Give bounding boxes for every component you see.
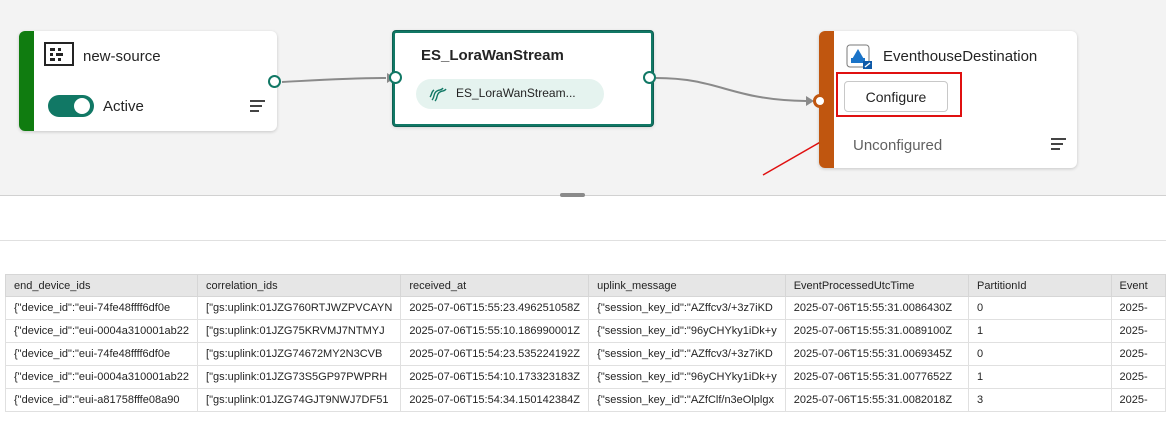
table-row: {"device_id":"eui-74fe48ffff6df0e ["gs:u… — [5, 342, 1166, 366]
table-cell: {"device_id":"eui-74fe48ffff6df0e — [5, 296, 199, 320]
table-cell: 2025- — [1110, 319, 1166, 343]
table-cell: 2025-07-06T15:54:23.535224192Z — [400, 342, 590, 366]
table-cell: ["gs:uplink:01JZG75KRVMJ7NTMYJ — [197, 319, 402, 343]
table-row: {"device_id":"eui-a81758fffe08a90 ["gs:u… — [5, 388, 1166, 412]
data-preview-table: end_device_ids correlation_ids received_… — [5, 274, 1166, 414]
table-cell: ["gs:uplink:01JZG74672MY2N3CVB — [197, 342, 402, 366]
table-cell: {"session_key_id":"AZffcv3/+3z7iKD — [588, 296, 786, 320]
source-status-label: Active — [103, 98, 144, 115]
table-cell: 3 — [968, 388, 1112, 412]
table-cell: 2025- — [1110, 342, 1166, 366]
eventhouse-icon — [846, 44, 872, 69]
splitter-handle[interactable] — [560, 193, 585, 197]
column-header[interactable]: Event — [1110, 274, 1166, 297]
stream-chip[interactable]: ES_LoraWanStream... — [416, 79, 604, 109]
source-title: new-source — [83, 48, 161, 65]
source-output-port[interactable] — [268, 75, 281, 88]
destination-status-label: Unconfigured — [853, 137, 943, 154]
stream-output-port[interactable] — [643, 71, 656, 84]
source-active-toggle[interactable] — [48, 95, 94, 117]
table-cell: 2025-07-06T15:55:10.186990001Z — [400, 319, 590, 343]
source-menu-icon[interactable] — [250, 99, 266, 113]
table-cell: ["gs:uplink:01JZG73S5GP97PWPRH — [197, 365, 402, 389]
pipeline-canvas: new-source Active ES_LoraWanStream ES_Lo… — [0, 0, 1166, 196]
section-divider — [0, 240, 1166, 241]
table-cell: 1 — [968, 319, 1112, 343]
table-cell: 0 — [968, 296, 1112, 320]
stream-input-port[interactable] — [389, 71, 402, 84]
table-cell: 2025-07-06T15:55:31.0069345Z — [784, 342, 970, 366]
wire-source-to-stream — [281, 77, 387, 83]
column-header[interactable]: EventProcessedUtcTime — [784, 274, 970, 297]
column-header[interactable]: PartitionId — [968, 274, 1112, 297]
table-cell: 2025-07-06T15:55:23.496251058Z — [400, 296, 590, 320]
table-cell: 2025- — [1110, 388, 1166, 412]
table-cell: {"session_key_id":"AZffcv3/+3z7iKD — [588, 342, 786, 366]
table-cell: 0 — [968, 342, 1112, 366]
table-cell: ["gs:uplink:01JZG760RTJWZPVCAYN — [197, 296, 402, 320]
table-cell: {"device_id":"eui-a81758fffe08a90 — [5, 388, 199, 412]
destination-title: EventhouseDestination — [883, 48, 1038, 65]
table-cell: 2025- — [1110, 296, 1166, 320]
table-cell: 2025- — [1110, 365, 1166, 389]
table-cell: 2025-07-06T15:54:10.173323183Z — [400, 365, 590, 389]
column-header[interactable]: correlation_ids — [197, 274, 402, 297]
table-cell: 2025-07-06T15:54:34.150142384Z — [400, 388, 590, 412]
table-cell: 2025-07-06T15:55:31.0077652Z — [784, 365, 970, 389]
table-header-row: end_device_ids correlation_ids received_… — [5, 274, 1166, 297]
table-cell: 2025-07-06T15:55:31.0086430Z — [784, 296, 970, 320]
configure-highlight-box — [836, 72, 962, 117]
toggle-knob — [74, 98, 90, 114]
stream-chip-label: ES_LoraWanStream... — [456, 86, 576, 100]
destination-input-port[interactable] — [813, 94, 827, 108]
table-cell: {"device_id":"eui-74fe48ffff6df0e — [5, 342, 199, 366]
column-header[interactable]: received_at — [400, 274, 590, 297]
column-header[interactable]: end_device_ids — [5, 274, 199, 297]
stream-icon — [429, 87, 447, 102]
table-row: {"device_id":"eui-0004a310001ab22 ["gs:u… — [5, 365, 1166, 389]
table-cell: ["gs:uplink:01JZG74GJT9NWJ7DF51 — [197, 388, 402, 412]
table-cell: 1 — [968, 365, 1112, 389]
table-cell: {"session_key_id":"96yCHYky1iDk+y — [588, 365, 786, 389]
column-header[interactable]: uplink_message — [588, 274, 786, 297]
table-cell: 2025-07-06T15:55:31.0089100Z — [784, 319, 970, 343]
wire-stream-to-dest — [655, 77, 807, 102]
table-row: {"device_id":"eui-74fe48ffff6df0e ["gs:u… — [5, 296, 1166, 320]
table-cell: 2025-07-06T15:55:31.0082018Z — [784, 388, 970, 412]
table-cell: {"device_id":"eui-0004a310001ab22 — [5, 365, 199, 389]
destination-menu-icon[interactable] — [1051, 137, 1067, 151]
source-icon — [44, 42, 74, 66]
table-cell: {"device_id":"eui-0004a310001ab22 — [5, 319, 199, 343]
table-cell: {"session_key_id":"96yCHYky1iDk+y — [588, 319, 786, 343]
table-cell: {"session_key_id":"AZfClf/n3eOlplgx — [588, 388, 786, 412]
source-status-stripe — [19, 31, 34, 131]
table-row: {"device_id":"eui-0004a310001ab22 ["gs:u… — [5, 319, 1166, 343]
stream-title: ES_LoraWanStream — [421, 47, 564, 64]
preview-table: end_device_ids correlation_ids received_… — [5, 274, 1166, 412]
